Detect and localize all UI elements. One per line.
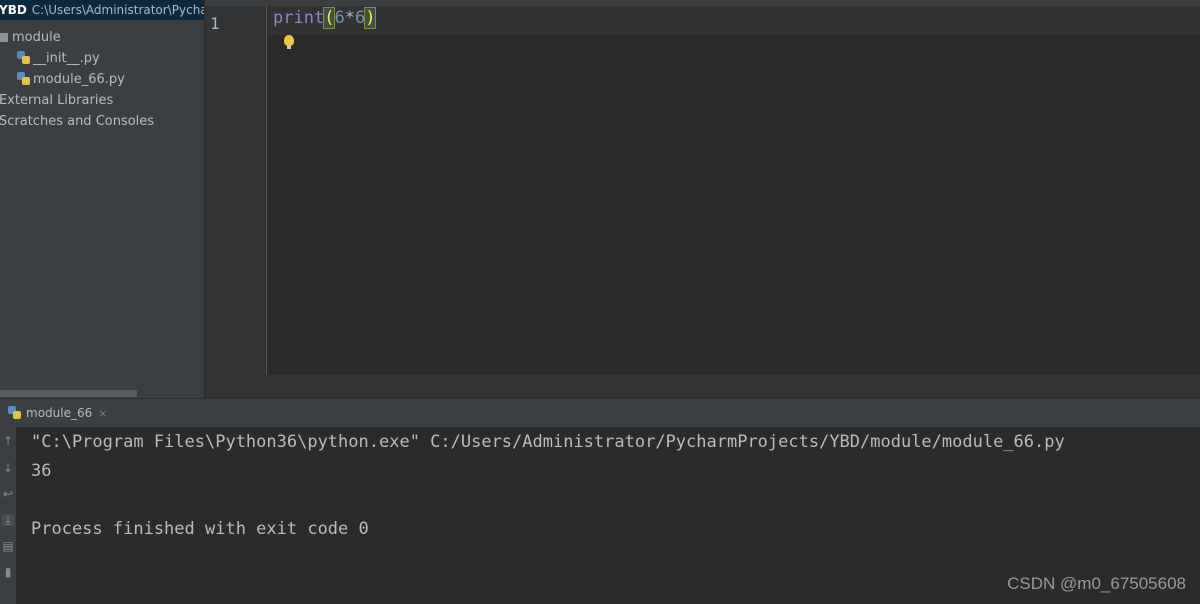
run-tab[interactable]: module_66 ×	[0, 399, 115, 428]
code-line[interactable]: print(6*6)	[273, 7, 377, 29]
soft-wrap-icon[interactable]: ↩	[2, 488, 14, 500]
python-file-icon	[17, 72, 30, 85]
project-tool-window: YBD C:\Users\Administrator\PycharmProject…	[0, 0, 204, 398]
code-number: 6	[354, 8, 366, 28]
python-file-icon	[17, 51, 30, 64]
arrow-down-icon[interactable]: ↓	[2, 462, 14, 474]
console-line-command: "C:\Program Files\Python36\python.exe" C…	[31, 432, 1065, 452]
tree-item-external-libraries[interactable]: External Libraries	[0, 91, 113, 111]
python-run-icon	[8, 406, 21, 419]
tree-item-scratches[interactable]: Scratches and Consoles	[0, 112, 154, 132]
code-editor[interactable]: 1 print(6*6)	[205, 0, 1200, 375]
print-icon[interactable]: ▤	[2, 540, 14, 552]
current-line-highlight	[267, 6, 1200, 35]
tree-item-module-folder[interactable]: module	[0, 28, 61, 48]
run-toolbar: ↑ ↓ ↩ ⤓ ▤ ▮	[0, 427, 17, 604]
code-close-paren: )	[364, 7, 377, 29]
tree-item-label: module	[12, 30, 61, 45]
editor-gutter: 1	[205, 6, 267, 375]
folder-icon	[0, 33, 8, 42]
project-root-row[interactable]: YBD C:\Users\Administrator\PycharmProject…	[0, 0, 204, 20]
code-operator: *	[344, 8, 355, 28]
code-function-name: print	[273, 8, 325, 28]
tree-item-module-66-py[interactable]: module_66.py	[17, 70, 125, 90]
arrow-up-icon[interactable]: ↑	[2, 435, 14, 447]
watermark: CSDN @m0_67505608	[1007, 574, 1186, 593]
run-tab-label: module_66	[26, 406, 93, 420]
scroll-to-end-icon[interactable]: ⤓	[2, 514, 14, 526]
horizontal-scrollbar[interactable]	[0, 390, 137, 397]
project-root-name: YBD	[0, 3, 27, 17]
code-open-paren: (	[323, 7, 336, 29]
tree-item-init-py[interactable]: __init__.py	[17, 49, 100, 69]
code-number: 6	[334, 8, 345, 28]
lightbulb-icon[interactable]	[284, 35, 294, 49]
project-root-path: C:\Users\Administrator\PycharmProjects\Y…	[31, 3, 204, 17]
editor-footer	[205, 375, 1200, 398]
run-panel-header: module_66 ×	[0, 398, 1200, 428]
tree-item-label: Scratches and Consoles	[0, 114, 155, 129]
line-number: 1	[210, 14, 220, 33]
tree-item-label: __init__.py	[33, 51, 100, 66]
tree-item-label: External Libraries	[0, 93, 114, 108]
tree-item-label: module_66.py	[33, 72, 125, 87]
trash-icon[interactable]: ▮	[2, 566, 14, 578]
console-line-output: 36	[31, 461, 52, 481]
close-icon[interactable]: ×	[98, 407, 107, 420]
console-line-exit: Process finished with exit code 0	[31, 519, 369, 539]
